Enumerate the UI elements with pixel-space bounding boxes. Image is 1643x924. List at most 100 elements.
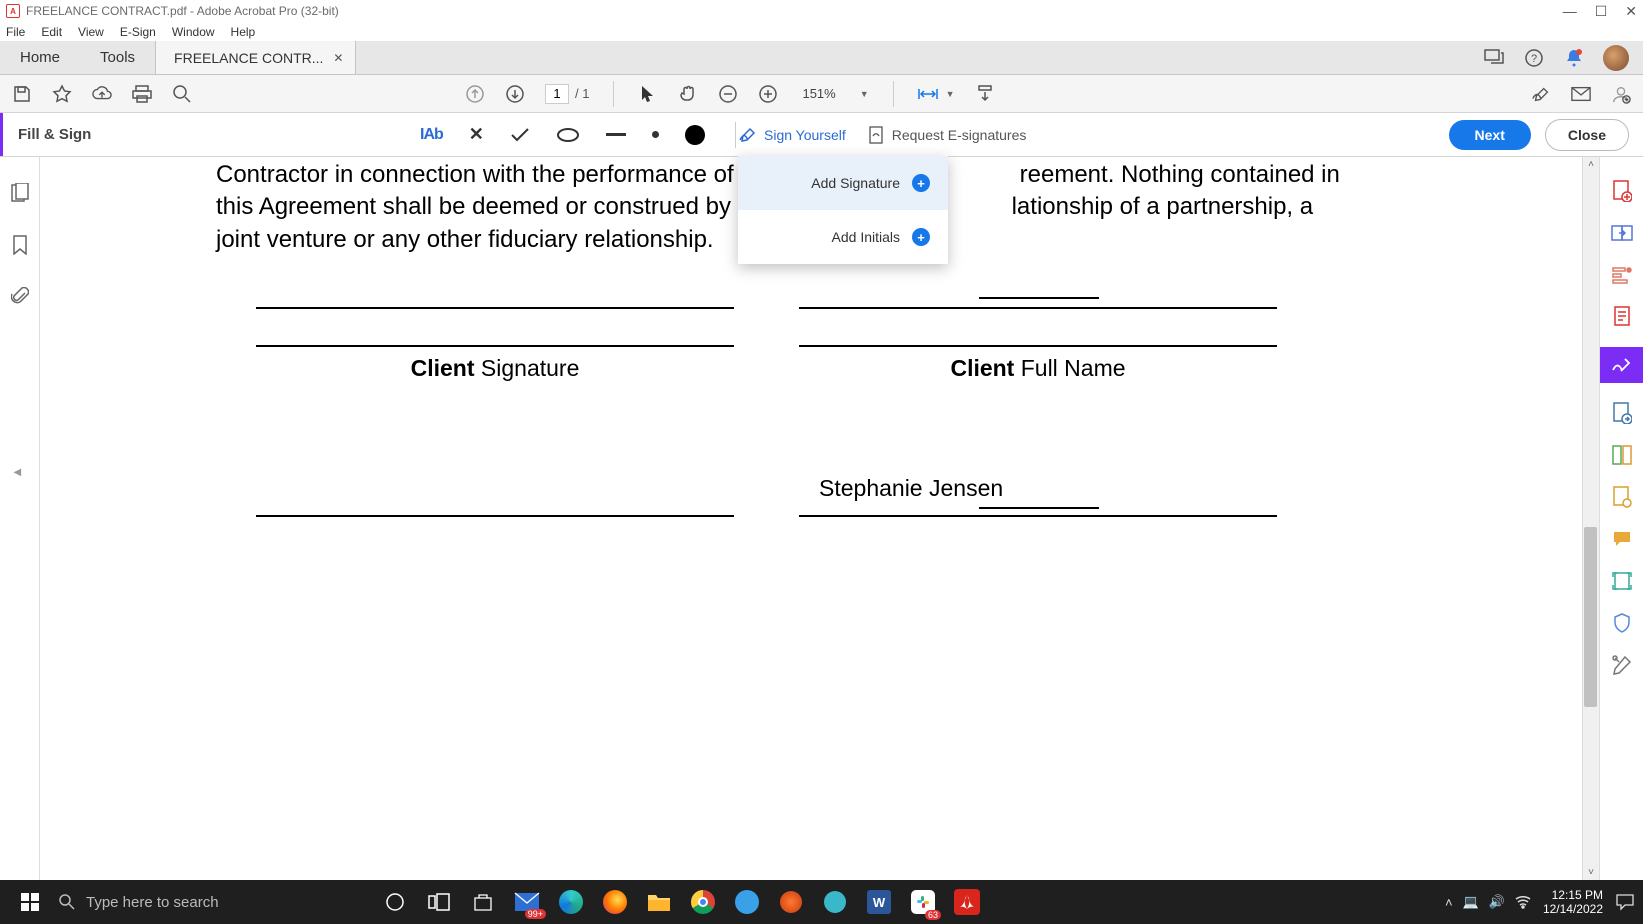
small-dot-tool-icon[interactable]: [652, 131, 659, 138]
acrobat-taskbar-icon[interactable]: [952, 887, 982, 917]
menu-view[interactable]: View: [78, 25, 104, 39]
window-close-button[interactable]: ✕: [1625, 3, 1637, 20]
bookmark-icon[interactable]: [12, 235, 28, 255]
edit-pdf-icon[interactable]: [1610, 263, 1634, 287]
fit-width-icon[interactable]: [918, 84, 938, 104]
menu-esign[interactable]: E-Sign: [120, 25, 156, 39]
help-icon[interactable]: ?: [1523, 47, 1545, 69]
app-orange-icon[interactable]: [776, 887, 806, 917]
app-blue-icon[interactable]: [732, 887, 762, 917]
menu-file[interactable]: File: [6, 25, 25, 39]
comment-icon[interactable]: [1610, 527, 1634, 551]
add-initials-item[interactable]: Add Initials +: [738, 210, 948, 264]
vertical-scrollbar[interactable]: ˄ ˅: [1582, 157, 1599, 880]
tray-chevron-icon[interactable]: ˄: [1445, 895, 1453, 910]
add-signature-item[interactable]: Add Signature +: [738, 156, 948, 210]
word-icon[interactable]: W: [864, 887, 894, 917]
edge-icon[interactable]: [556, 887, 586, 917]
star-icon[interactable]: [52, 84, 72, 104]
page-up-icon[interactable]: [465, 84, 485, 104]
menu-window[interactable]: Window: [172, 25, 215, 39]
notifications-bell-icon[interactable]: [1563, 47, 1585, 69]
tray-wifi-icon[interactable]: [1515, 895, 1531, 909]
user-avatar[interactable]: [1603, 45, 1629, 71]
desktop-device-icon[interactable]: [1483, 47, 1505, 69]
ms-store-icon[interactable]: [468, 887, 498, 917]
task-view-icon[interactable]: [424, 887, 454, 917]
signature-line: [799, 515, 1277, 517]
app-teal-icon[interactable]: [820, 887, 850, 917]
cortana-icon[interactable]: [380, 887, 410, 917]
x-mark-tool-icon[interactable]: ✕: [469, 124, 484, 145]
taskbar-search[interactable]: Type here to search: [58, 893, 368, 911]
cloud-upload-icon[interactable]: [92, 84, 112, 104]
fit-dropdown-icon[interactable]: ▼: [946, 89, 955, 99]
zoom-out-icon[interactable]: [718, 84, 738, 104]
share-pdf-icon[interactable]: [1610, 401, 1634, 425]
more-tools-icon[interactable]: [1610, 653, 1634, 677]
menu-help[interactable]: Help: [231, 25, 256, 39]
sign-yourself-button[interactable]: Sign Yourself: [738, 126, 846, 144]
protect-icon[interactable]: [1610, 611, 1634, 635]
scrollbar-thumb[interactable]: [1584, 527, 1597, 707]
signature-line: [256, 307, 734, 309]
page-thumbnails-icon[interactable]: [10, 183, 30, 203]
close-button[interactable]: Close: [1545, 119, 1629, 151]
menu-edit[interactable]: Edit: [41, 25, 62, 39]
tab-home[interactable]: Home: [0, 49, 80, 66]
zoom-in-icon[interactable]: [758, 84, 778, 104]
chrome-icon[interactable]: [688, 887, 718, 917]
plus-icon: +: [912, 174, 930, 192]
signature-line: [799, 345, 1277, 347]
page-down-icon[interactable]: [505, 84, 525, 104]
page-number-input[interactable]: [545, 84, 569, 104]
request-esignatures-button[interactable]: Request E-signatures: [868, 126, 1027, 144]
combine-files-icon[interactable]: [1610, 221, 1634, 245]
slack-icon[interactable]: 63: [908, 887, 938, 917]
action-center-icon[interactable]: [1615, 893, 1635, 911]
account-icon[interactable]: [1611, 84, 1631, 104]
mail-icon[interactable]: 99+: [512, 887, 542, 917]
taskbar-clock[interactable]: 12:15 PM 12/14/2022: [1543, 888, 1603, 917]
next-button[interactable]: Next: [1449, 120, 1531, 150]
export-pdf-icon[interactable]: [1610, 305, 1634, 329]
paragraph-fragment: reement. Nothing contained in: [1020, 161, 1340, 188]
collapse-left-icon[interactable]: ◀: [14, 467, 26, 481]
print-icon[interactable]: [132, 84, 152, 104]
start-button[interactable]: [8, 880, 52, 924]
system-tray[interactable]: ˄ 💻 🔊: [1445, 894, 1531, 910]
tray-display-icon[interactable]: 💻: [1463, 894, 1479, 910]
circle-tool-icon[interactable]: [556, 127, 580, 143]
pen-sign-icon[interactable]: [1531, 84, 1551, 104]
tab-document[interactable]: FREELANCE CONTR... ✕: [155, 41, 356, 74]
scroll-mode-icon[interactable]: [975, 84, 995, 104]
pointer-tool-icon[interactable]: [638, 84, 658, 104]
window-minimize-button[interactable]: —: [1563, 3, 1577, 20]
fill-sign-tool-active[interactable]: [1600, 347, 1643, 383]
organize-pages-icon[interactable]: [1610, 443, 1634, 467]
tab-tools[interactable]: Tools: [80, 49, 155, 66]
hand-tool-icon[interactable]: [678, 84, 698, 104]
tab-close-icon[interactable]: ✕: [333, 51, 343, 65]
create-pdf-icon[interactable]: [1610, 179, 1634, 203]
time-label: 12:15 PM: [1543, 888, 1603, 902]
checkmark-tool-icon[interactable]: [510, 127, 530, 143]
email-icon[interactable]: [1571, 84, 1591, 104]
attachment-icon[interactable]: [11, 287, 29, 307]
firefox-icon[interactable]: [600, 887, 630, 917]
file-explorer-icon[interactable]: [644, 887, 674, 917]
search-icon[interactable]: [172, 84, 192, 104]
scan-ocr-icon[interactable]: [1610, 569, 1634, 593]
text-tool-icon[interactable]: IAb: [420, 126, 443, 144]
fill-sign-tools: IAb ✕: [420, 122, 740, 148]
scroll-up-icon[interactable]: ˄: [1583, 159, 1599, 170]
save-icon[interactable]: [12, 84, 32, 104]
document-canvas[interactable]: Contractor in connection with the perfor…: [40, 157, 1599, 880]
scroll-down-icon[interactable]: ˅: [1583, 867, 1599, 878]
tray-volume-icon[interactable]: 🔊: [1489, 894, 1505, 910]
window-maximize-button[interactable]: ☐: [1595, 3, 1608, 20]
large-dot-tool-icon[interactable]: [685, 125, 705, 145]
zoom-dropdown-icon[interactable]: ▼: [860, 89, 869, 99]
line-tool-icon[interactable]: [606, 133, 626, 136]
send-comments-icon[interactable]: [1610, 485, 1634, 509]
